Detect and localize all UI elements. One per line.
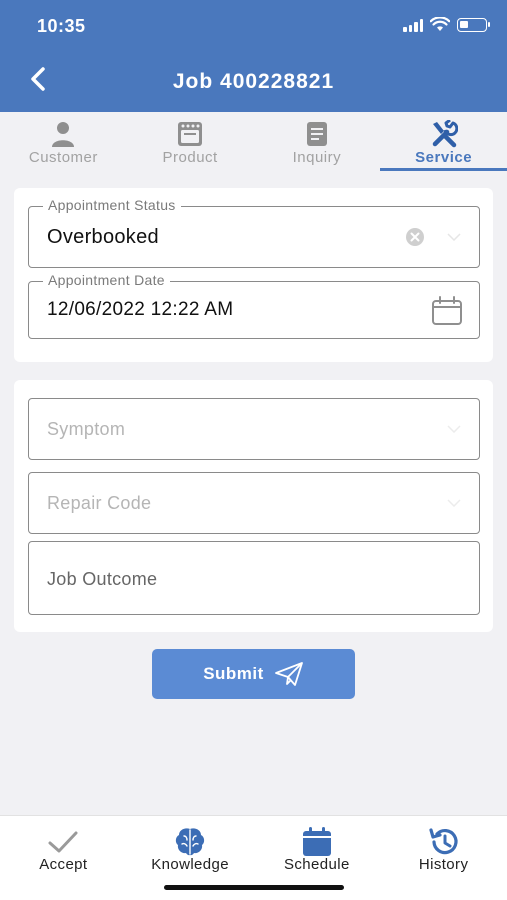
nav-accept[interactable]: Accept (0, 816, 127, 900)
submit-button[interactable]: Submit (152, 649, 355, 699)
paper-plane-icon (274, 662, 303, 686)
history-icon (429, 828, 458, 855)
cellular-signal-icon (403, 18, 423, 32)
page-title: Job 400228821 (172, 70, 335, 93)
appointment-date-label: Appointment Date (43, 272, 170, 288)
tab-service[interactable]: Service (380, 112, 507, 174)
tab-bar: Customer Product Inquiry Service (0, 112, 507, 174)
calendar-icon[interactable] (431, 296, 463, 326)
battery-icon (457, 17, 490, 32)
document-icon (306, 122, 327, 146)
status-time: 10:35 (37, 16, 86, 36)
tab-inquiry[interactable]: Inquiry (254, 112, 381, 174)
tools-icon (432, 120, 458, 148)
nav-label: Knowledge (151, 856, 230, 873)
calendar-icon (302, 827, 331, 856)
service-form-card: Symptom Repair Code Job Outcome (14, 380, 493, 632)
tab-label: Service (415, 149, 473, 166)
checkmark-icon (48, 831, 78, 853)
nav-label: History (418, 856, 469, 873)
home-indicator (164, 885, 344, 890)
appointment-status-field[interactable]: Appointment Status Overbooked (28, 197, 480, 268)
appointment-card: Appointment Status Overbooked Appointmen… (14, 188, 493, 362)
repair-code-field[interactable]: Repair Code (28, 472, 480, 534)
submit-label: Submit (203, 664, 264, 683)
oven-icon (178, 122, 203, 146)
chevron-down-icon[interactable] (447, 425, 461, 433)
job-outcome-placeholder: Job Outcome (47, 569, 158, 589)
appointment-date-field[interactable]: Appointment Date 12/06/2022 12:22 AM (28, 272, 480, 339)
symptom-placeholder: Symptom (47, 419, 126, 439)
brain-icon (175, 828, 205, 856)
app-header: 10:35 Job 400228821 (0, 0, 507, 112)
repair-code-placeholder: Repair Code (47, 493, 152, 513)
nav-label: Accept (39, 856, 88, 873)
job-outcome-field[interactable]: Job Outcome (28, 541, 480, 615)
clear-icon[interactable] (405, 227, 425, 247)
tab-label: Inquiry (292, 149, 342, 166)
tab-label: Customer (28, 149, 98, 166)
tab-label: Product (162, 149, 218, 166)
tab-product[interactable]: Product (127, 112, 254, 174)
nav-history[interactable]: History (380, 816, 507, 900)
appointment-status-value: Overbooked (47, 226, 159, 248)
person-icon (52, 122, 75, 147)
nav-label: Schedule (284, 856, 350, 873)
tab-customer[interactable]: Customer (0, 112, 127, 174)
chevron-down-icon[interactable] (447, 233, 461, 241)
appointment-date-value: 12/06/2022 12:22 AM (47, 299, 234, 320)
appointment-status-label: Appointment Status (43, 197, 181, 213)
symptom-field[interactable]: Symptom (28, 398, 480, 460)
status-icons (403, 17, 490, 32)
chevron-down-icon[interactable] (447, 499, 461, 507)
wifi-icon (430, 17, 450, 31)
